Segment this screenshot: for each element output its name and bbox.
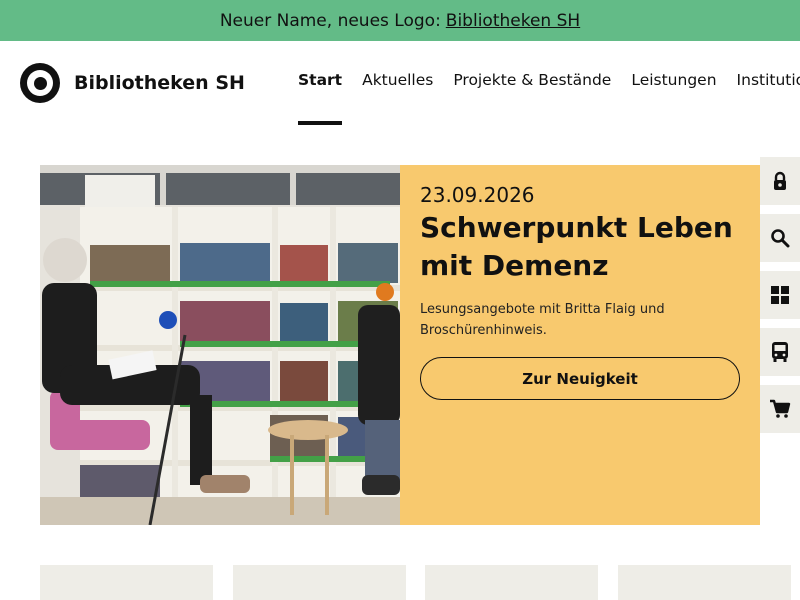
main-navigation: Start Aktuelles Projekte & Bestände Leis… — [298, 71, 800, 125]
teaser-card[interactable] — [40, 565, 213, 600]
bus-icon — [772, 342, 788, 362]
grid-icon — [771, 286, 789, 304]
nav-item-institutionen[interactable]: Institutionen — [737, 71, 800, 89]
banner-link[interactable]: Bibliotheken SH — [446, 11, 580, 31]
teaser-card[interactable] — [425, 565, 598, 600]
nav-item-leistungen[interactable]: Leistungen — [631, 71, 716, 89]
cart-icon — [770, 399, 791, 418]
mobile-library-tool[interactable] — [760, 328, 800, 376]
login-tool[interactable] — [760, 157, 800, 205]
hero-teaser: 23.09.2026 Schwerpunkt Leben mit Demenz … — [40, 165, 760, 525]
announcement-banner: Neuer Name, neues Logo: Bibliotheken SH — [0, 0, 800, 41]
nav-item-aktuelles[interactable]: Aktuelles — [362, 71, 433, 89]
search-tool[interactable] — [760, 214, 800, 262]
nav-item-projekte-bestaende[interactable]: Projekte & Bestände — [453, 71, 611, 89]
logo-icon — [20, 63, 60, 103]
home-logo-link[interactable]: Bibliotheken SH — [20, 63, 245, 103]
side-toolbar — [760, 157, 800, 442]
site-header: Bibliotheken SH Start Aktuelles Projekte… — [0, 41, 800, 125]
apps-tool[interactable] — [760, 271, 800, 319]
teaser-card[interactable] — [233, 565, 406, 600]
hero-image — [40, 165, 400, 525]
nav-item-start[interactable]: Start — [298, 71, 343, 125]
news-teaser: Lesungsangebote mit Britta Flaig und Bro… — [420, 302, 665, 338]
search-icon — [771, 229, 790, 248]
lock-icon — [774, 171, 786, 190]
news-date: 23.09.2026 — [420, 183, 535, 207]
library-reading-photo — [40, 165, 400, 525]
teaser-cards — [40, 565, 800, 600]
teaser-card[interactable] — [618, 565, 791, 600]
news-headline[interactable]: Schwerpunkt Leben mit Demenz — [420, 209, 740, 285]
banner-text: Neuer Name, neues Logo: — [219, 10, 441, 31]
brand-name: Bibliotheken SH — [74, 72, 245, 94]
hero-content-panel: 23.09.2026 Schwerpunkt Leben mit Demenz … — [400, 165, 760, 525]
to-news-button[interactable]: Zur Neuigkeit — [420, 357, 740, 400]
shop-tool[interactable] — [760, 385, 800, 433]
